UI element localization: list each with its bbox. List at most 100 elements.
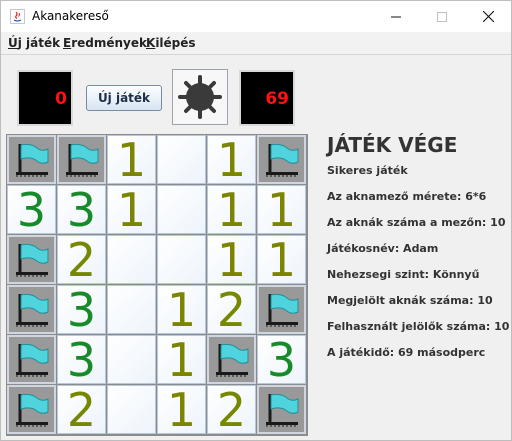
flagged-cell[interactable] <box>207 335 256 384</box>
flag-icon <box>65 143 98 176</box>
menu-new-game-mnemonic: Ú <box>8 36 18 50</box>
flagged-cell[interactable] <box>257 385 306 434</box>
timer-value: 69 <box>265 89 289 109</box>
board-size-text: Az aknamező mérete: 6*6 <box>327 190 487 203</box>
number-cell[interactable]: 2 <box>207 285 256 334</box>
mine-counter-value: 0 <box>55 89 67 109</box>
empty-cell[interactable] <box>107 285 156 334</box>
window-title: Akanakereső <box>32 9 109 23</box>
number-cell[interactable]: 1 <box>107 135 156 184</box>
number-cell[interactable]: 3 <box>7 185 56 234</box>
flagged-cell[interactable] <box>7 385 56 434</box>
menu-exit-mnemonic: K <box>146 36 156 50</box>
cell-number: 2 <box>66 235 97 284</box>
menu-results-mnemonic: E <box>63 36 72 50</box>
close-button[interactable] <box>465 1 511 32</box>
used-flags-text: Felhasznált jelölők száma: 10 <box>327 320 510 333</box>
flagged-cell[interactable] <box>257 285 306 334</box>
cell-number: 1 <box>216 235 247 284</box>
difficulty-text: Nehezsegi szint: Könnyű <box>327 268 480 281</box>
timer-display: 69 <box>239 70 295 126</box>
menu-exit-label: ilépés <box>155 36 196 50</box>
status-mine-button[interactable] <box>172 69 228 125</box>
number-cell[interactable]: 1 <box>157 285 206 334</box>
flag-icon <box>215 343 248 376</box>
cell-number: 1 <box>216 185 247 234</box>
menu-exit[interactable]: Kilépés <box>146 36 196 50</box>
number-cell[interactable]: 1 <box>157 335 206 384</box>
flag-icon <box>15 143 48 176</box>
cell-number: 1 <box>266 185 297 234</box>
maximize-icon <box>437 11 447 22</box>
app-window: Akanakereső Új játék Eredmények Kilépés … <box>0 0 512 441</box>
empty-cell[interactable] <box>107 335 156 384</box>
menu-results-label: redmények <box>71 36 147 50</box>
flag-icon <box>265 143 298 176</box>
number-cell[interactable]: 3 <box>57 185 106 234</box>
cell-number: 1 <box>166 385 197 434</box>
cell-number: 2 <box>216 285 247 334</box>
game-time-text: A játékidő: 69 másodperc <box>327 346 486 359</box>
number-cell[interactable]: 3 <box>257 335 306 384</box>
marked-mines-text: Megjelölt aknák száma: 10 <box>327 294 493 307</box>
flag-icon <box>265 293 298 326</box>
menu-bar: Új játék Eredmények Kilépés <box>1 32 511 55</box>
number-cell[interactable]: 3 <box>57 335 106 384</box>
empty-cell[interactable] <box>157 185 206 234</box>
minefield-grid: 1133111211312313212 <box>6 134 308 436</box>
minimize-button[interactable] <box>373 1 419 32</box>
number-cell[interactable]: 1 <box>107 185 156 234</box>
empty-cell[interactable] <box>157 135 206 184</box>
cell-number: 1 <box>166 285 197 334</box>
cell-number: 1 <box>266 235 297 284</box>
title-bar: Akanakereső <box>1 1 511 32</box>
player-name-text: Játékosnév: Adam <box>327 242 439 255</box>
flag-icon <box>15 293 48 326</box>
java-icon <box>10 9 25 24</box>
mine-icon <box>178 75 222 119</box>
number-cell[interactable]: 2 <box>207 385 256 434</box>
cell-number: 3 <box>16 185 47 234</box>
number-cell[interactable]: 1 <box>207 185 256 234</box>
cell-number: 3 <box>66 285 97 334</box>
flag-icon <box>15 393 48 426</box>
flagged-cell[interactable] <box>257 135 306 184</box>
number-cell[interactable]: 1 <box>157 385 206 434</box>
cell-number: 3 <box>66 185 97 234</box>
minimize-icon <box>391 16 401 17</box>
empty-cell[interactable] <box>107 385 156 434</box>
game-info-panel: JÁTÉK VÉGE Sikeres játék Az aknamező mér… <box>327 133 509 359</box>
flagged-cell[interactable] <box>7 135 56 184</box>
mine-count-text: Az aknák száma a mezőn: 10 <box>327 216 506 229</box>
number-cell[interactable]: 1 <box>207 235 256 284</box>
maximize-button[interactable] <box>419 1 465 32</box>
game-result: Sikeres játék <box>327 164 408 177</box>
flagged-cell[interactable] <box>7 235 56 284</box>
number-cell[interactable]: 2 <box>57 235 106 284</box>
mine-counter: 0 <box>17 70 73 126</box>
number-cell[interactable]: 1 <box>257 185 306 234</box>
number-cell[interactable]: 1 <box>257 235 306 284</box>
cell-number: 3 <box>266 335 297 384</box>
empty-cell[interactable] <box>157 235 206 284</box>
flagged-cell[interactable] <box>7 285 56 334</box>
flag-icon <box>15 243 48 276</box>
close-icon <box>482 11 494 22</box>
menu-new-game[interactable]: Új játék <box>8 36 60 50</box>
menu-new-game-label: j játék <box>17 36 61 50</box>
cell-number: 2 <box>66 385 97 434</box>
number-cell[interactable]: 3 <box>57 285 106 334</box>
cell-number: 1 <box>166 335 197 384</box>
cell-number: 1 <box>216 135 247 184</box>
empty-cell[interactable] <box>107 235 156 284</box>
number-cell[interactable]: 1 <box>207 135 256 184</box>
flagged-cell[interactable] <box>57 135 106 184</box>
cell-number: 1 <box>116 185 147 234</box>
menu-results[interactable]: Eredmények <box>63 36 147 50</box>
new-game-button[interactable]: Új játék <box>86 85 162 111</box>
cell-number: 2 <box>216 385 247 434</box>
number-cell[interactable]: 2 <box>57 385 106 434</box>
cell-number: 3 <box>66 335 97 384</box>
cell-number: 1 <box>116 135 147 184</box>
flagged-cell[interactable] <box>7 335 56 384</box>
